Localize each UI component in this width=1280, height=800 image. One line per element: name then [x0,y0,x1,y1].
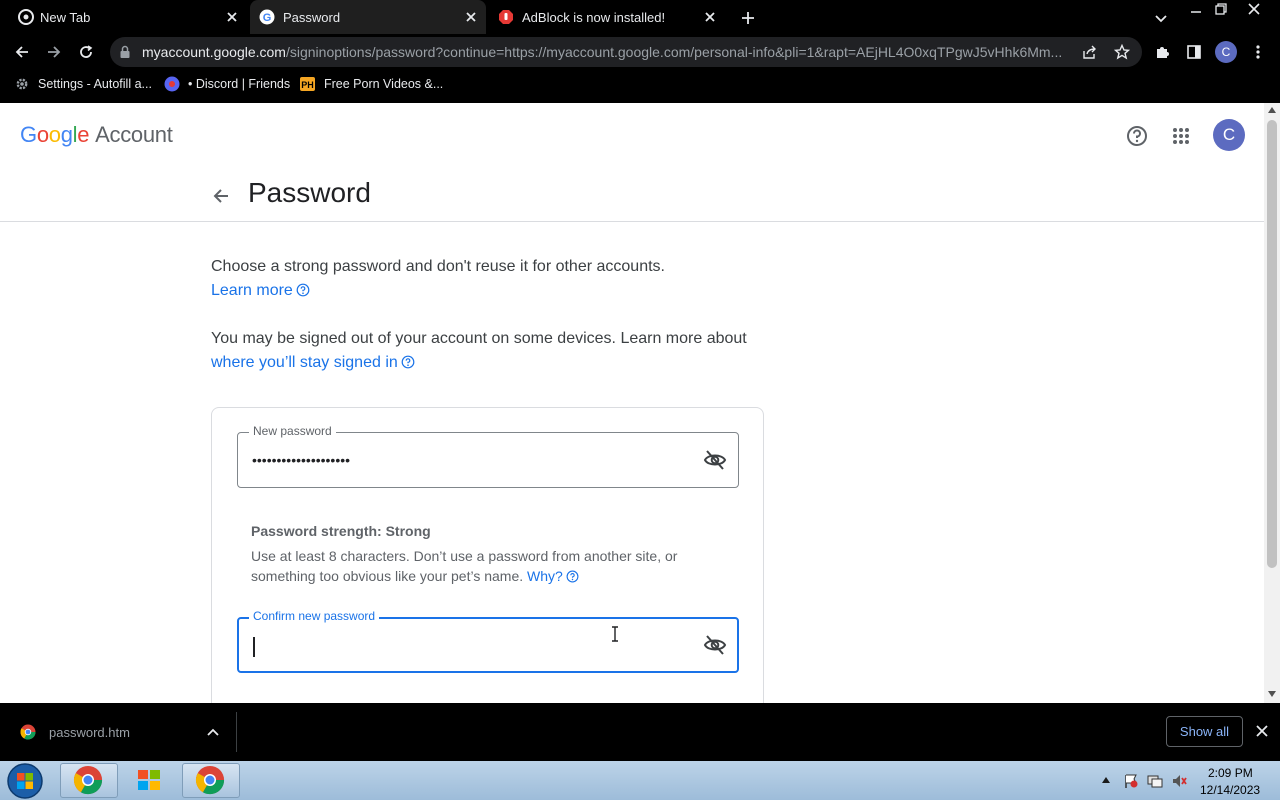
tab-adblock[interactable]: AdBlock is now installed! [488,0,728,34]
profile-avatar[interactable]: C [1215,41,1237,63]
text-caret [253,637,255,657]
download-file-name[interactable]: password.htm [49,725,130,740]
svg-text:PH: PH [301,80,314,90]
tab-search-chevron-icon[interactable] [1154,11,1168,25]
confirm-password-field[interactable] [237,617,739,673]
more-vert-icon[interactable] [1252,44,1264,60]
reload-icon[interactable] [78,44,94,60]
downloads-separator [236,712,237,752]
discord-icon [164,76,180,92]
visibility-off-icon[interactable] [703,634,727,656]
password-strength: Password strength: Strong [251,523,431,539]
network-icon[interactable] [1147,773,1163,789]
google-icon: G [259,9,275,25]
url-text[interactable]: myaccount.google.com/signinoptions/passw… [142,44,1072,60]
learn-more-link[interactable]: Learn more [211,282,310,300]
adblock-icon [499,10,513,24]
page-content: Google Account C Password Choose a strong… [0,103,1264,703]
clock-time[interactable]: 2:09 PM [1208,766,1253,780]
close-icon[interactable] [225,10,239,24]
clock-date[interactable]: 12/14/2023 [1200,783,1260,797]
url-path: /signinoptions/password?continue=https:/… [285,44,1063,60]
minimize-icon[interactable] [1189,4,1203,18]
confirm-password-label: Confirm new password [249,609,380,623]
restore-icon[interactable] [1214,2,1228,16]
scrollbar-thumb[interactable] [1267,120,1277,568]
window-close-icon[interactable] [1247,2,1261,16]
header-divider [0,221,1264,222]
tab-title: AdBlock is now installed! [522,10,666,25]
lock-icon[interactable] [119,45,131,59]
new-password-label: New password [249,424,336,438]
url-host: myaccount.google.com [142,44,286,60]
password-hint-line-2: something too obvious like your pet’s na… [251,568,579,584]
start-orb-icon[interactable] [6,762,44,800]
bookmark-discord[interactable]: • Discord | Friends [188,77,290,91]
forward-arrow-icon[interactable] [46,44,62,60]
chrome-icon [195,765,225,795]
show-all-button[interactable]: Show all [1166,716,1243,747]
scroll-down-icon[interactable] [1267,690,1277,698]
close-icon[interactable] [464,10,478,24]
windows-update-icon[interactable] [134,765,164,795]
chrome-icon [73,765,103,795]
help-circle-icon [401,355,415,369]
scroll-up-icon[interactable] [1267,106,1277,114]
extensions-puzzle-icon[interactable] [1154,44,1170,60]
help-icon[interactable] [1126,125,1148,147]
page-title: Password [248,177,371,208]
tab-title: New Tab [40,10,91,25]
apps-grid-icon[interactable] [1172,127,1190,145]
intro-text: Choose a strong password and don't reuse… [211,258,665,275]
help-circle-icon [296,283,310,297]
action-center-flag-icon[interactable] [1123,773,1139,789]
bookmark-star-icon[interactable] [1114,44,1130,60]
text-cursor-icon [612,626,618,642]
site-favicon-icon: PH [300,77,315,91]
signout-text: You may be signed out of your account on… [211,330,747,347]
chrome-file-icon [20,724,36,740]
tab-new-tab[interactable]: New Tab [0,0,244,34]
password-hint-line-1: Use at least 8 characters. Don’t use a p… [251,548,678,564]
back-arrow-icon[interactable] [14,44,30,60]
new-password-value: •••••••••••••••••••• [252,452,351,468]
tab-password[interactable]: G Password [250,0,486,34]
volume-muted-icon[interactable] [1171,773,1187,789]
downloads-bar [0,703,1280,761]
close-downloads-icon[interactable] [1256,725,1268,737]
account-avatar[interactable]: C [1213,119,1245,151]
close-icon[interactable] [703,10,717,24]
chevron-up-icon[interactable] [206,726,220,738]
visibility-off-icon[interactable] [703,449,727,471]
new-tab-icon[interactable] [740,10,756,26]
side-panel-icon[interactable] [1186,44,1202,60]
gear-icon [16,78,28,90]
signout-link[interactable]: where you’ll stay signed in [211,354,415,372]
tray-expand-icon[interactable] [1101,776,1111,784]
why-link[interactable]: Why? [527,568,563,584]
bookmark-settings-autofill[interactable]: Settings - Autofill a... [38,77,152,91]
bookmark-third[interactable]: Free Porn Videos &... [324,77,443,91]
google-account-logo[interactable]: Google Account [20,122,173,148]
share-icon[interactable] [1082,44,1098,60]
help-circle-icon [566,570,579,583]
tab-title: Password [283,10,341,25]
chrome-icon [18,9,34,25]
svg-text:G: G [263,12,272,24]
back-arrow-icon[interactable] [211,186,231,206]
